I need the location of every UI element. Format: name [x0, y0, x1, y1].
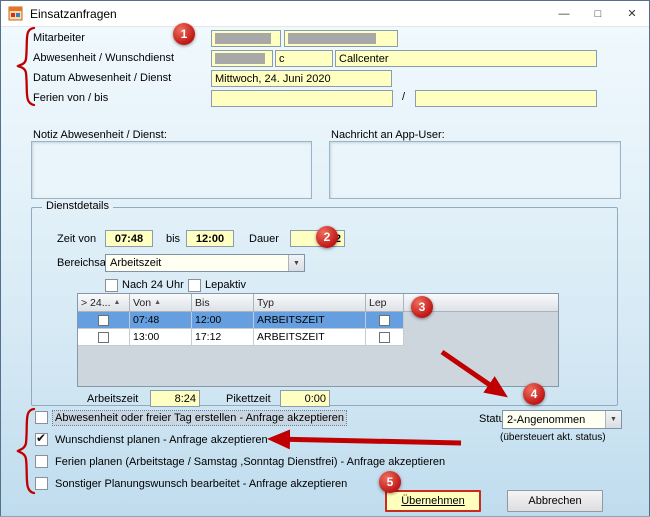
lepaktiv-checkbox[interactable] — [188, 279, 201, 292]
datum-field[interactable]: Mittwoch, 24. Juni 2020 — [211, 70, 392, 87]
von-cell: 13:00 — [130, 329, 192, 346]
column-header-von[interactable]: Von ▲ — [130, 294, 192, 312]
abwesenheit-name-field[interactable]: Callcenter — [335, 50, 597, 67]
abbrechen-button[interactable]: Abbrechen — [507, 490, 603, 512]
lepaktiv-label: Lepaktiv — [205, 279, 246, 291]
bereichsart-value: Arbeitszeit — [106, 257, 288, 269]
window-title: Einsatzanfragen — [30, 7, 117, 21]
minimize-button[interactable]: — — [547, 1, 581, 26]
checkbox[interactable] — [35, 433, 48, 446]
zeit-von-field[interactable]: 07:48 — [105, 230, 153, 247]
close-button[interactable]: ✕ — [615, 1, 649, 26]
pikettzeit-label: Pikettzeit — [226, 393, 271, 405]
column-label: > 24... — [81, 297, 110, 309]
lep-cell — [366, 312, 404, 329]
dienstdetails-group-label: Dienstdetails — [42, 200, 113, 212]
option-sonstiger-planungswunsch[interactable]: Sonstiger Planungswunsch bearbeitet - An… — [35, 477, 349, 491]
titlebar: Einsatzanfragen — □ ✕ — [1, 1, 649, 27]
redacted-text — [215, 33, 271, 44]
option-label: Sonstiger Planungswunsch bearbeitet - An… — [53, 477, 349, 491]
nachricht-textarea[interactable] — [329, 141, 621, 199]
column-header-typ[interactable]: Typ — [254, 294, 366, 312]
sort-asc-icon: ▲ — [113, 299, 120, 306]
checkbox[interactable] — [379, 332, 390, 343]
option-abwesenheit-erstellen[interactable]: Abwesenheit oder freier Tag erstellen - … — [35, 411, 346, 425]
option-label: Abwesenheit oder freier Tag erstellen - … — [53, 411, 346, 425]
notiz-textarea[interactable] — [31, 141, 312, 199]
abwesenheit-code-field[interactable]: c — [275, 50, 333, 67]
column-label: Typ — [257, 297, 274, 309]
nach24-checkbox[interactable] — [105, 279, 118, 292]
bis-cell: 17:12 — [192, 329, 254, 346]
table-row[interactable]: 13:00 17:12 ARBEITSZEIT — [78, 329, 404, 346]
zeit-von-label: Zeit von — [57, 233, 96, 245]
uebernehmen-button[interactable]: Übernehmen — [385, 490, 481, 512]
checkbox[interactable] — [98, 315, 109, 326]
checkbox[interactable] — [98, 332, 109, 343]
checkbox[interactable] — [35, 411, 48, 424]
typ-cell: ARBEITSZEIT — [254, 312, 366, 329]
nachricht-label: Nachricht an App-User: — [331, 129, 445, 141]
status-note: (übersteuert akt. status) — [500, 432, 606, 443]
column-header-nach24[interactable]: > 24... ▲ — [78, 294, 130, 312]
annotation-circle-3: 3 — [411, 296, 433, 318]
column-label: Bis — [195, 297, 210, 309]
von-cell: 07:48 — [130, 312, 192, 329]
abwesenheit-id-field[interactable] — [211, 50, 273, 67]
nach24-cell — [78, 312, 130, 329]
nach24-label: Nach 24 Uhr — [122, 279, 184, 291]
bis-field[interactable]: 12:00 — [186, 230, 234, 247]
pikettzeit-field: 0:00 — [280, 390, 330, 407]
mitarbeiter-label: Mitarbeiter — [33, 32, 85, 44]
bis-label: bis — [166, 233, 180, 245]
annotation-circle-4: 4 — [523, 383, 545, 405]
column-header-lep[interactable]: Lep — [366, 294, 404, 312]
notiz-label: Notiz Abwesenheit / Dienst: — [33, 129, 167, 141]
redacted-text — [288, 33, 376, 44]
dauer-label: Dauer — [249, 233, 279, 245]
ferien-bis-field[interactable] — [415, 90, 597, 107]
status-value: 2-Angenommen — [503, 414, 605, 426]
maximize-button[interactable]: □ — [581, 1, 615, 26]
checkbox[interactable] — [35, 455, 48, 468]
table-row[interactable]: 07:48 12:00 ARBEITSZEIT — [78, 312, 404, 329]
column-label: Lep — [369, 297, 387, 309]
mitarbeiter-name-field[interactable] — [284, 30, 398, 47]
ferien-label: Ferien von / bis — [33, 92, 108, 104]
bis-cell: 12:00 — [192, 312, 254, 329]
datum-label: Datum Abwesenheit / Dienst — [33, 72, 171, 84]
option-label: Ferien planen (Arbeitstage / Samstag ,So… — [53, 455, 447, 469]
nach24-cell — [78, 329, 130, 346]
redacted-text — [215, 53, 265, 64]
table-header: > 24... ▲ Von ▲ Bis Typ Lep — [78, 294, 558, 312]
einsatzanfragen-dialog: Einsatzanfragen — □ ✕ Mitarbeiter Abwese… — [0, 0, 650, 516]
chevron-down-icon[interactable]: ▼ — [288, 255, 304, 271]
option-wunschdienst-planen[interactable]: Wunschdienst planen - Anfrage akzeptiere… — [35, 433, 270, 447]
abwesenheit-label: Abwesenheit / Wunschdienst — [33, 52, 174, 64]
arbeitszeit-field: 8:24 — [150, 390, 200, 407]
dienst-table: > 24... ▲ Von ▲ Bis Typ Lep — [77, 293, 559, 387]
status-dropdown[interactable]: 2-Angenommen ▼ — [502, 410, 622, 429]
column-label: Von — [133, 297, 151, 309]
mitarbeiter-id-field[interactable] — [211, 30, 281, 47]
app-icon — [8, 6, 23, 21]
column-header-bis[interactable]: Bis — [192, 294, 254, 312]
bereichsart-dropdown[interactable]: Arbeitszeit ▼ — [105, 254, 305, 272]
sort-asc-icon: ▲ — [154, 299, 161, 306]
arbeitszeit-label: Arbeitszeit — [87, 393, 138, 405]
annotation-circle-5: 5 — [379, 471, 401, 493]
typ-cell: ARBEITSZEIT — [254, 329, 366, 346]
chevron-down-icon[interactable]: ▼ — [605, 411, 621, 428]
checkbox[interactable] — [379, 315, 390, 326]
option-label: Wunschdienst planen - Anfrage akzeptiere… — [53, 433, 270, 447]
annotation-circle-1: 1 — [173, 23, 195, 45]
option-ferien-planen[interactable]: Ferien planen (Arbeitstage / Samstag ,So… — [35, 455, 447, 469]
ferien-von-field[interactable] — [211, 90, 393, 107]
lep-cell — [366, 329, 404, 346]
annotation-circle-2: 2 — [316, 226, 338, 248]
checkbox[interactable] — [35, 477, 48, 490]
ferien-separator: / — [402, 91, 405, 103]
